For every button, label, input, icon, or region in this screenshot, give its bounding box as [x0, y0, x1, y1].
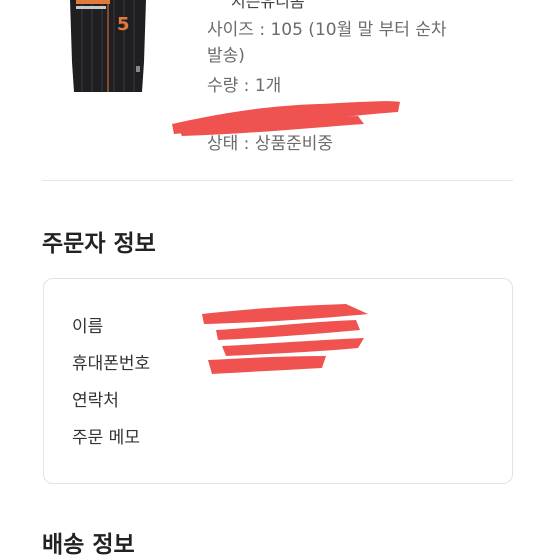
product-quantity: 수량 : 1개	[207, 76, 282, 96]
orderer-name-label: 이름	[72, 317, 104, 337]
delivery-info-title: 배송 정보	[42, 532, 135, 555]
orderer-info-card: 이름 휴대폰번호 연락처 주문 메모	[43, 278, 513, 484]
jersey-icon: 5	[70, 0, 146, 92]
product-status: 상태 : 상품준비중	[207, 134, 334, 154]
orderer-phone-label: 휴대폰번호	[72, 354, 151, 374]
section-divider	[42, 180, 513, 181]
orderer-contact-label: 연락처	[72, 391, 119, 411]
product-name-cut: 시즌유니폼	[231, 0, 305, 11]
orderer-info-title: 주문자 정보	[42, 231, 156, 257]
jersey-number: 5	[117, 14, 130, 35]
product-size-line-2: 발송)	[207, 46, 245, 66]
product-size-line-1: 사이즈 : 105 (10월 말 부터 순차	[207, 20, 447, 40]
order-product-section: 5 시즌유니폼 사이즈 : 105 (10월 말 부터 순차 발송) 수량 : …	[0, 0, 555, 180]
orderer-memo-label: 주문 메모	[72, 428, 140, 448]
product-thumbnail[interactable]: 5	[62, 0, 154, 92]
